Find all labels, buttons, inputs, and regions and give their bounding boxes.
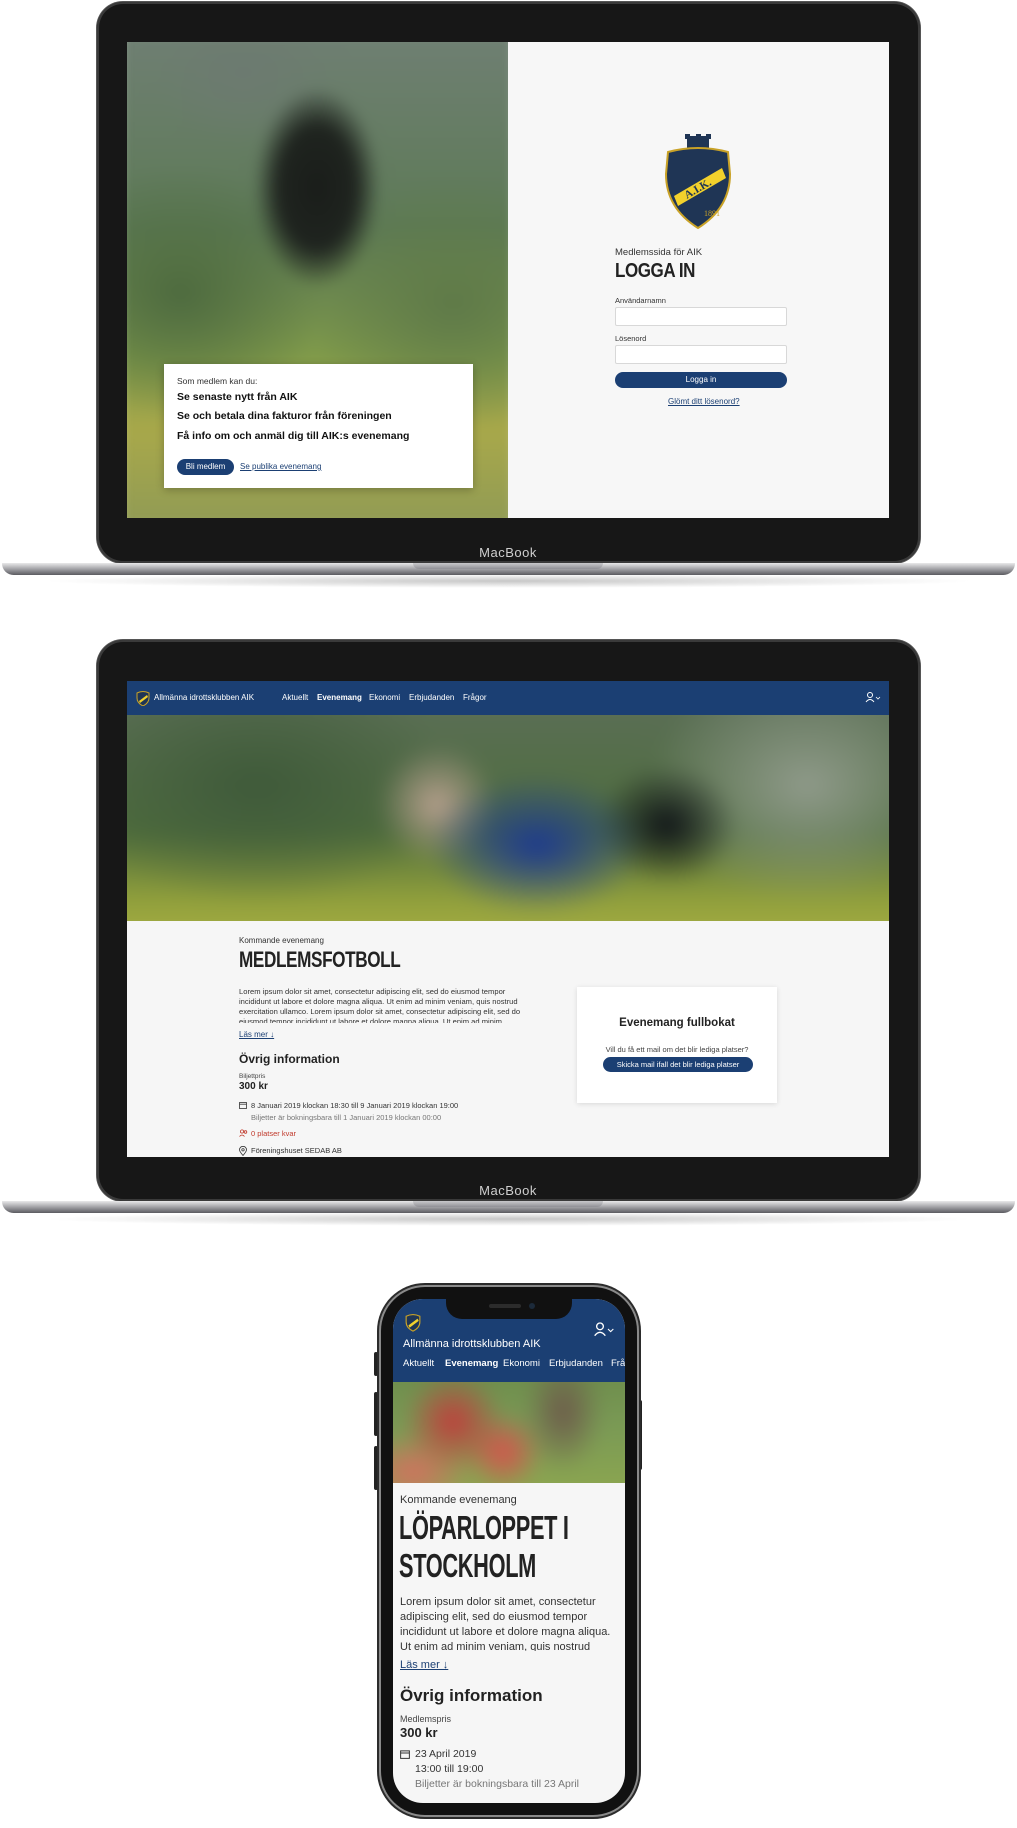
phone-screen: Allmänna idrottsklubben AIK Aktuellt Eve… [393, 1299, 625, 1803]
laptop-hinge [413, 563, 603, 569]
laptop-shadow [40, 1212, 977, 1226]
login-title: LOGGA IN [615, 260, 696, 282]
event-time: 13:00 till 19:00 [415, 1763, 484, 1775]
aik-logo-icon[interactable] [405, 1312, 421, 1332]
benefit-item: Se senaste nytt från AIK [177, 391, 298, 403]
aik-logo-icon[interactable] [136, 690, 150, 706]
benefit-item: Få info om och anmäl dig till AIK:s even… [177, 430, 410, 442]
price-label: Medlemspris [400, 1714, 452, 1724]
people-icon [239, 1129, 248, 1137]
forgot-password-link[interactable]: Glömt ditt lösenord? [668, 397, 740, 406]
event-title: MEDLEMSFOTBOLL [239, 947, 401, 972]
password-label: Lösenord [615, 334, 647, 343]
nav-item-aktuellt[interactable]: Aktuellt [403, 1358, 434, 1369]
read-more-link[interactable]: Läs mer ↓ [400, 1659, 448, 1671]
nav-item-evenemang[interactable]: Evenemang [317, 693, 362, 702]
event-description-line: Lorem ipsum dolor sit amet, consectetur [400, 1596, 596, 1608]
phone-volume-button [374, 1352, 378, 1376]
calendar-icon [400, 1750, 410, 1759]
username-input[interactable] [615, 307, 787, 326]
event-description-line: Ut enim ad minim veniam, quis nostrud [400, 1641, 591, 1651]
event-description-line: exercitation ullamco. Lorem ipsum dolor … [239, 1007, 521, 1016]
laptop-brand-label: MacBook [479, 1183, 537, 1198]
location-pin-icon [239, 1146, 247, 1156]
login-screen: Som medlem kan du: Se senaste nytt från … [127, 42, 889, 518]
aik-crest-icon: A.I.K. 1891 [664, 134, 732, 230]
event-description-line: eiusmod tempor incididunt ut labore et d… [239, 1017, 502, 1023]
user-icon[interactable] [865, 691, 881, 703]
other-info-heading: Övrig information [400, 1686, 543, 1705]
nav-item-evenemang[interactable]: Evenemang [445, 1358, 498, 1369]
members-benefits-card: Som medlem kan du: Se senaste nytt från … [164, 364, 473, 488]
event-title-line: STOCKHOLM [399, 1547, 536, 1584]
spots-left: 0 platser kvar [251, 1129, 297, 1138]
event-hero-image [127, 715, 889, 921]
price-value: 300 kr [239, 1081, 268, 1092]
top-nav: Allmänna idrottsklubben AIK Aktuellt Eve… [127, 681, 889, 715]
phone-camera [529, 1303, 535, 1309]
event-location: Föreningshuset SEDAB AB [251, 1146, 342, 1155]
crest-year: 1891 [704, 209, 720, 218]
username-label: Användarnamn [615, 296, 666, 305]
laptop-hinge [413, 1201, 603, 1207]
phone-volume-button [374, 1392, 378, 1436]
price-value: 300 kr [400, 1725, 438, 1740]
other-info-heading: Övrig information [239, 1052, 340, 1066]
user-icon[interactable] [593, 1321, 615, 1337]
event-description-line: adipiscing elit, sed do eiusmod tempor [400, 1611, 588, 1623]
club-name: Allmänna idrottsklubben AIK [154, 693, 255, 702]
phone-notch [446, 1299, 572, 1319]
event-hero-image [393, 1382, 625, 1483]
fully-booked-card: Evenemang fullbokat Vill du få ett mail … [577, 987, 777, 1103]
nav-item-fragor[interactable]: Frågor [463, 693, 487, 702]
event-kicker: Kommande evenemang [239, 936, 324, 945]
login-subtitle: Medlemssida för AIK [615, 247, 703, 258]
phone-speaker [489, 1304, 521, 1308]
nav-item-aktuellt[interactable]: Aktuellt [282, 693, 308, 702]
nav-item-ekonomi[interactable]: Ekonomi [503, 1358, 540, 1369]
booking-deadline: Biljetter är bokningsbara till 1 Januari… [251, 1113, 442, 1122]
laptop-brand-label: MacBook [479, 545, 537, 560]
password-input[interactable] [615, 345, 787, 364]
event-date: 8 Januari 2019 klockan 18:30 till 9 Janu… [251, 1101, 459, 1110]
price-label: Biljettpris [239, 1073, 266, 1080]
phone-power-button [638, 1400, 642, 1470]
laptop-shadow [40, 574, 977, 588]
nav-item-fragor[interactable]: Frå [611, 1358, 625, 1369]
phone-volume-button [374, 1446, 378, 1490]
become-member-button[interactable]: Bli medlem [177, 459, 234, 475]
benefits-intro: Som medlem kan du: [177, 376, 258, 386]
benefit-item: Se och betala dina fakturor från förenin… [177, 410, 392, 422]
club-name: Allmänna idrottsklubben AIK [403, 1338, 541, 1350]
event-date: 23 April 2019 [415, 1748, 477, 1760]
public-events-link[interactable]: Se publika evenemang [240, 462, 321, 471]
event-title-line: LÖPARLOPPET I [399, 1509, 569, 1546]
notify-question: Vill du få ett mail om det blir lediga p… [605, 1045, 749, 1054]
event-kicker: Kommande evenemang [400, 1494, 517, 1506]
login-button[interactable]: Logga in [615, 372, 787, 388]
event-description-line: incididunt ut labore et dolore magna ali… [400, 1626, 611, 1638]
event-description-line: incididunt ut labore et dolore magna ali… [239, 997, 518, 1006]
event-screen: Allmänna idrottsklubben AIK Aktuellt Eve… [127, 681, 889, 1157]
nav-item-erbjudanden[interactable]: Erbjudanden [549, 1358, 603, 1369]
calendar-icon [239, 1102, 247, 1109]
nav-item-ekonomi[interactable]: Ekonomi [369, 693, 400, 702]
fully-booked-title: Evenemang fullbokat [619, 1017, 735, 1029]
login-panel: A.I.K. 1891 Medlemssida för AIK LOGGA IN… [508, 42, 889, 518]
booking-deadline: Biljetter är bokningsbara till 23 April [415, 1778, 580, 1790]
notify-button[interactable]: Skicka mail ifall det blir lediga platse… [603, 1057, 753, 1072]
event-description-line: Lorem ipsum dolor sit amet, consectetur … [239, 987, 506, 996]
read-more-link[interactable]: Läs mer ↓ [239, 1030, 274, 1039]
nav-item-erbjudanden[interactable]: Erbjudanden [409, 693, 454, 702]
